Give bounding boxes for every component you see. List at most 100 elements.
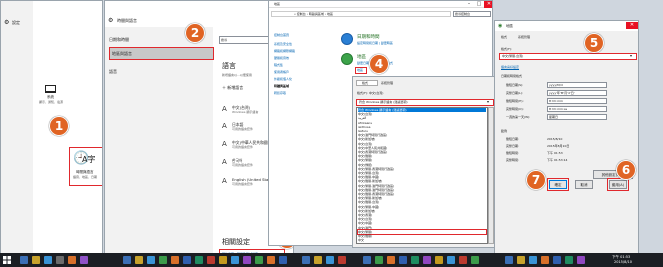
p4-selected-value: 符合 Windows 顯示語言 (建議選項) [359, 100, 408, 104]
cp-side-link[interactable]: 系統及安全性 [274, 42, 292, 46]
taskbar-app-icon[interactable] [541, 256, 549, 264]
taskbar-app-icon[interactable] [314, 256, 322, 264]
language-a-icon: A [222, 177, 227, 185]
cp-side-link[interactable]: 網路和網際網路 [274, 49, 295, 53]
taskbar-app-icon[interactable] [20, 256, 28, 264]
taskbar-app-icon[interactable] [135, 256, 143, 264]
cancel-button[interactable]: 取消 [575, 180, 593, 189]
cp-side-link[interactable]: 時鐘與區域 [274, 84, 289, 88]
taskbar-app-icon[interactable] [279, 256, 287, 264]
p5-row-value: tt hh:mm:ss [549, 107, 568, 111]
p5-example-value: 2015/8/10 [547, 137, 563, 141]
globe-icon [341, 53, 353, 65]
p5-row-select[interactable]: tt hh:mm:ss [547, 106, 607, 112]
ok-button[interactable]: 確定 [549, 180, 567, 189]
laptop-icon [45, 85, 56, 93]
taskbar-app-icon[interactable] [529, 256, 537, 264]
p5-close-button[interactable]: ✕ [626, 22, 638, 29]
taskbar-app-icon[interactable] [459, 256, 467, 264]
cp-side-link[interactable]: 程式集 [274, 63, 283, 67]
p5-tab-format[interactable]: 格式 [501, 35, 507, 39]
taskbar-app-icon[interactable] [302, 256, 310, 264]
taskbar-app-icon[interactable] [423, 256, 431, 264]
taskbar-app-icon[interactable] [243, 256, 251, 264]
cp-side-link[interactable]: 硬體和音效 [274, 56, 289, 60]
taskbar-app-icon[interactable] [326, 256, 334, 264]
start-button[interactable] [3, 256, 11, 264]
taskbar-app-icon[interactable] [32, 256, 40, 264]
taskbar-app-icon[interactable] [56, 256, 64, 264]
system-desc: 顯示、通知、電源 [39, 100, 64, 104]
language-a-icon: A [222, 105, 227, 113]
cp-side-link[interactable]: 輕鬆存取 [274, 91, 286, 95]
language-a-icon: A [222, 122, 227, 130]
taskbar-app-icon[interactable] [195, 256, 203, 264]
cp-item1-links[interactable]: 設定時間和日期 | 變更時區 [357, 41, 393, 45]
taskbar-app-icon[interactable] [123, 256, 131, 264]
taskbar-app-icon[interactable] [363, 256, 371, 264]
cp-side-link[interactable]: 外觀和個人化 [274, 77, 292, 81]
tl-sidebar [105, 27, 213, 254]
taskbar-app-icon[interactable] [183, 256, 191, 264]
taskbar-app-icon[interactable] [505, 256, 513, 264]
p5-row-select[interactable]: 星期日 [547, 114, 607, 120]
cp-side-link[interactable]: 控制台首頁 [274, 33, 289, 37]
taskbar-app-icon[interactable] [435, 256, 443, 264]
taskbar-app-icon[interactable] [553, 256, 561, 264]
taskbar-app-icon[interactable] [267, 256, 275, 264]
nav-speech[interactable]: 語音 [109, 69, 117, 75]
taskbar-app-icon[interactable] [411, 256, 419, 264]
taskbar-app-icon[interactable] [471, 256, 479, 264]
cp-side-link[interactable]: 使用者帳戶 [274, 70, 289, 74]
p5-row-value: tt hh:mm [549, 99, 563, 103]
language-section-desc: 新增語言以...以便使用 [222, 73, 252, 77]
cp-search-input[interactable]: 搜尋控制台 [453, 11, 491, 17]
language-status: 可用的語言套件 [232, 163, 254, 167]
taskbar-app-icon[interactable] [219, 256, 227, 264]
taskbar-app-icon[interactable] [565, 256, 573, 264]
p4-tab-admin[interactable]: 系統管理 [381, 81, 393, 85]
p5-row-select[interactable]: yyyy/M/d [547, 82, 607, 88]
p4-tab-format[interactable]: 格式 [356, 80, 378, 86]
p5-lang-link[interactable]: 語言喜好設定 [501, 65, 519, 69]
cp-titlebar [269, 1, 492, 8]
cp-item2-title[interactable]: 地區 [357, 54, 366, 60]
taskbar-app-icon[interactable] [80, 256, 88, 264]
taskbar-app-icon[interactable] [68, 256, 76, 264]
dropdown-option[interactable]: 中文 [358, 238, 486, 242]
home-gear-icon[interactable]: ⚙ [4, 19, 9, 26]
taskbar-app-icon[interactable] [171, 256, 179, 264]
related-settings-title: 相關設定 [222, 238, 250, 246]
taskbar-app-icon[interactable] [338, 256, 346, 264]
nav-date-time[interactable]: 日期和時間 [109, 37, 129, 43]
p5-row-select[interactable]: yyyy'年'M'月'd'日' [547, 90, 607, 96]
tl-gear-icon: ⚙ [108, 17, 114, 24]
taskbar-app-icon[interactable] [387, 256, 395, 264]
cp-item1-title[interactable]: 日期和時間 [357, 34, 380, 40]
taskbar-app-icon[interactable] [207, 256, 215, 264]
taskbar-app-icon[interactable] [231, 256, 239, 264]
taskbar-app-icon[interactable] [577, 256, 585, 264]
cp-search-placeholder: 搜尋控制台 [455, 12, 471, 16]
p5-examples-label: 範例 [501, 129, 508, 133]
maximize-button[interactable]: □ [474, 1, 484, 8]
step-7-badge: 7 [526, 170, 546, 190]
taskbar-app-icon[interactable] [375, 256, 383, 264]
taskbar-app-icon[interactable] [447, 256, 455, 264]
time-language-window: ⚙ 時間與語言 日期和時間 地區與語言 語音 搜尋 語言 新增語言以...以便使… [104, 0, 294, 267]
minimize-button[interactable]: – [464, 1, 474, 8]
apply-button[interactable]: 套用(A) [609, 180, 627, 189]
taskbar-app-icon[interactable] [517, 256, 525, 264]
taskbar-app-icon[interactable] [44, 256, 52, 264]
p5-row-select[interactable]: tt hh:mm [547, 98, 607, 104]
p5-row-value: yyyy/M/d [549, 83, 563, 87]
taskbar-app-icon[interactable] [147, 256, 155, 264]
p5-tab-admin[interactable]: 系統管理 [518, 35, 530, 39]
taskbar-app-icon[interactable] [399, 256, 407, 264]
add-language-button[interactable]: ＋ 新增語言 [222, 85, 243, 91]
close-button[interactable]: ✕ [484, 1, 492, 8]
taskbar-app-icon[interactable] [159, 256, 167, 264]
taskbar-date[interactable]: 2015/8/10 [614, 260, 632, 264]
p5-row-value: 星期日 [549, 115, 559, 119]
taskbar-app-icon[interactable] [255, 256, 263, 264]
